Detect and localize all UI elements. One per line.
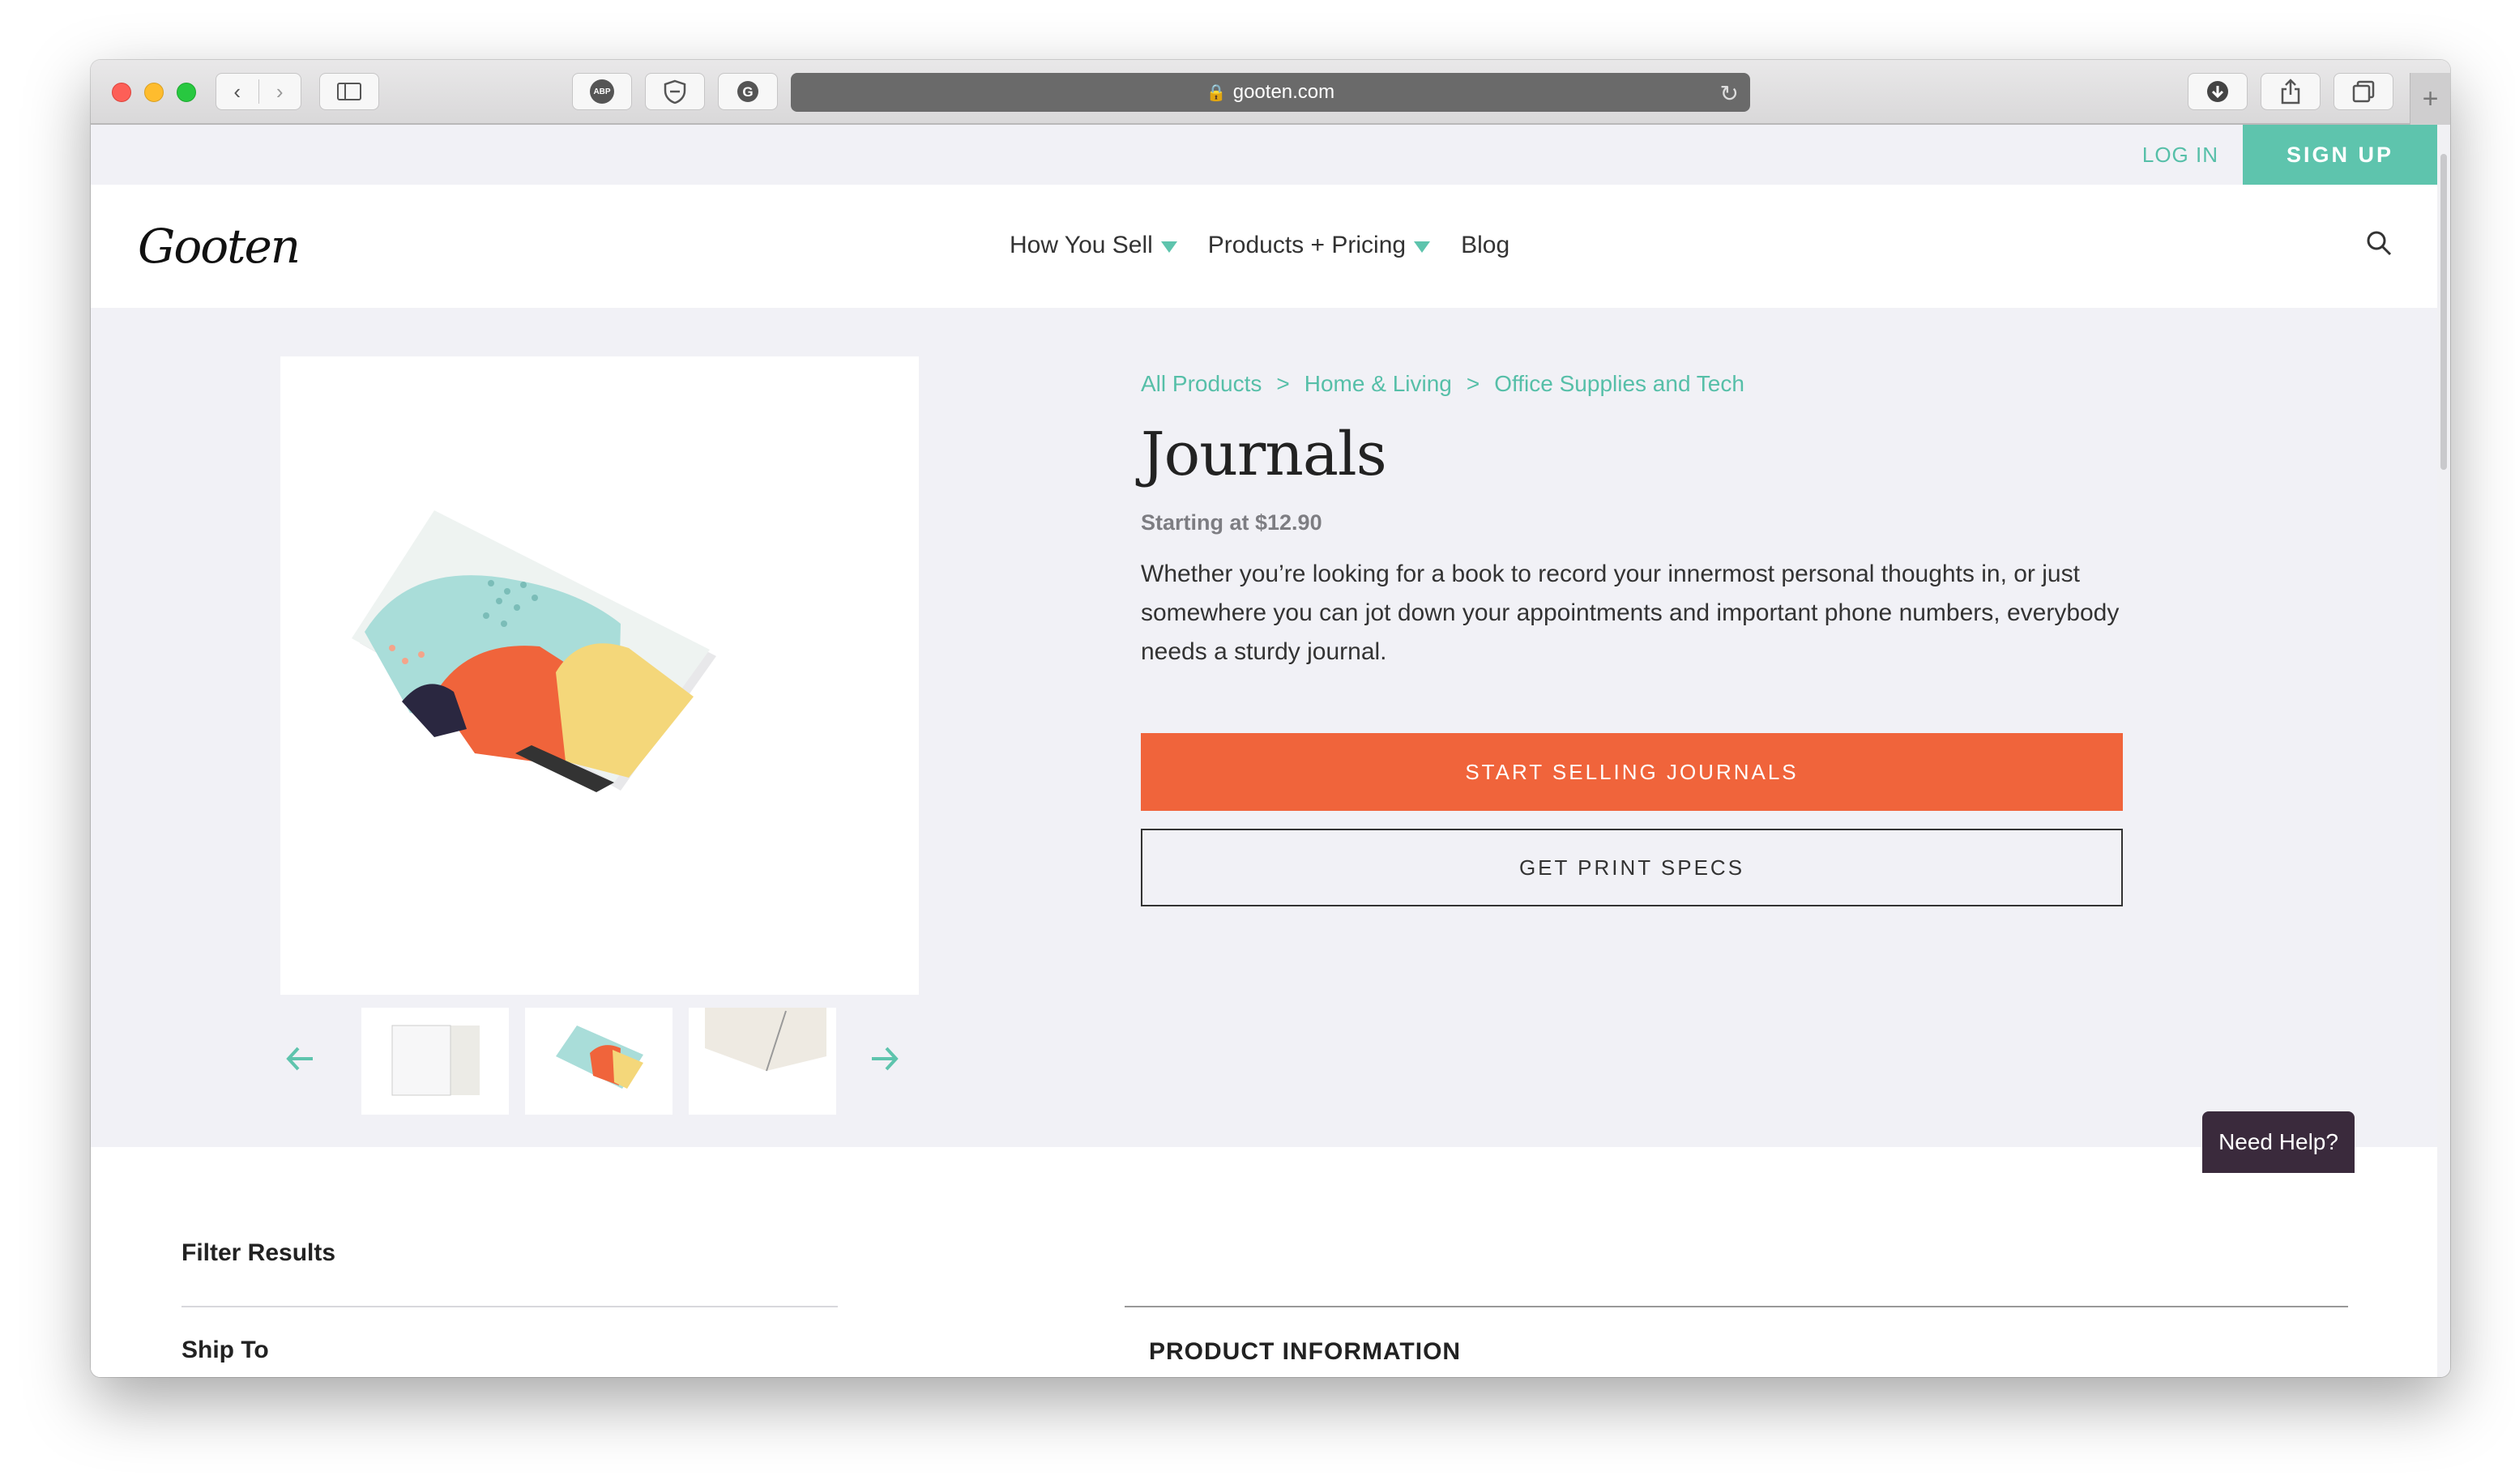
gooten-logo[interactable]: Gooten [138, 219, 301, 274]
nav-item-label: Blog [1461, 232, 1510, 258]
product-information-heading[interactable]: PRODUCT INFORMATION [1149, 1338, 1461, 1366]
journal-closed-thumbnail [391, 1025, 480, 1096]
arrow-left-icon[interactable] [280, 1038, 321, 1079]
forward-arrow-icon[interactable]: › [258, 79, 301, 104]
product-info: All Products > Home & Living > Office Su… [1141, 371, 2123, 906]
reload-icon[interactable]: ↻ [1720, 80, 1739, 107]
search-icon[interactable] [2366, 230, 2392, 256]
nav-menu: How You Sell Products + Pricing Blog [1010, 232, 1509, 259]
nav-item-how-you-sell[interactable]: How You Sell [1010, 232, 1177, 259]
image-thumbnails [280, 1008, 919, 1115]
breadcrumb-separator: > [1466, 371, 1480, 396]
caret-down-icon [1160, 241, 1177, 253]
sidebar-icon [337, 83, 361, 100]
plus-icon: + [2422, 83, 2439, 114]
tabs-icon [2352, 80, 2375, 103]
close-window-button[interactable] [112, 83, 131, 102]
lock-icon: 🔒 [1206, 83, 1227, 102]
browser-toolbar: ‹ › ABP G 🔒 gooten.com ↻ + [91, 60, 2450, 125]
thumbnail-1[interactable] [361, 1008, 509, 1115]
zoom-window-button[interactable] [177, 83, 196, 102]
journal-open-thumbnail [705, 1008, 826, 1072]
thumbnail-3[interactable] [689, 1008, 836, 1115]
scrollbar-thumb[interactable] [2440, 154, 2447, 470]
privacy-extension-button[interactable] [645, 73, 705, 110]
arrow-right-icon[interactable] [864, 1038, 904, 1079]
back-forward-buttons: ‹ › [216, 73, 301, 110]
filter-results-heading: Filter Results [181, 1239, 336, 1266]
journal-angle-thumbnail [556, 1026, 643, 1089]
breadcrumb-all-products[interactable]: All Products [1141, 371, 1262, 397]
caret-down-icon [1414, 241, 1431, 253]
sidebar-toggle-button[interactable] [319, 73, 379, 110]
login-link[interactable]: LOG IN [2142, 125, 2218, 185]
svg-text:G: G [742, 84, 753, 100]
breadcrumb-home-living[interactable]: Home & Living [1304, 371, 1452, 397]
need-help-button[interactable]: Need Help? [2202, 1111, 2355, 1173]
download-icon [2207, 81, 2228, 102]
shield-icon [664, 79, 686, 104]
browser-window: ‹ › ABP G 🔒 gooten.com ↻ + LOG IN SIGN U… [91, 60, 2450, 1377]
product-main-image [280, 356, 919, 995]
share-icon [2281, 79, 2300, 104]
url-text: gooten.com [1232, 81, 1335, 103]
nav-item-label: How You Sell [1010, 232, 1153, 258]
minimize-window-button[interactable] [144, 83, 164, 102]
breadcrumb-separator: > [1276, 371, 1290, 396]
nav-item-blog[interactable]: Blog [1461, 232, 1509, 259]
adblock-icon: ABP [590, 79, 614, 104]
downloads-button[interactable] [2188, 73, 2248, 110]
share-button[interactable] [2261, 73, 2321, 110]
page-scrollbar[interactable] [2437, 125, 2450, 1377]
journal-illustration [352, 510, 716, 792]
page-title: Journals [1141, 420, 1387, 489]
product-hero: All Products > Home & Living > Office Su… [91, 308, 2437, 1147]
nav-item-products-pricing[interactable]: Products + Pricing [1207, 232, 1431, 259]
grammarly-extension-button[interactable]: G [718, 73, 778, 110]
grammarly-icon: G [737, 81, 758, 102]
signup-button[interactable]: SIGN UP [2243, 125, 2437, 185]
product-details-section: Filter Results Ship To PRODUCT INFORMATI… [91, 1147, 2437, 1377]
breadcrumb-office-supplies[interactable]: Office Supplies and Tech [1494, 371, 1744, 397]
starting-price: Starting at $12.90 [1141, 510, 1322, 535]
thumbnail-2[interactable] [525, 1008, 673, 1115]
divider [181, 1306, 838, 1307]
product-description: Whether you’re looking for a book to rec… [1141, 561, 2120, 665]
tabs-overview-button[interactable] [2334, 73, 2393, 110]
web-page: LOG IN SIGN UP Gooten How You Sell Produ… [91, 125, 2437, 1377]
adblock-extension-button[interactable]: ABP [572, 73, 632, 110]
breadcrumb: All Products > Home & Living > Office Su… [1141, 371, 2123, 397]
ship-to-filter[interactable]: Ship To [181, 1337, 269, 1364]
start-selling-button[interactable]: START SELLING JOURNALS [1141, 733, 2123, 811]
nav-item-label: Products + Pricing [1207, 232, 1407, 258]
get-print-specs-button[interactable]: GET PRINT SPECS [1141, 829, 2123, 906]
new-tab-button[interactable]: + [2410, 73, 2450, 125]
address-bar[interactable]: 🔒 gooten.com ↻ [791, 73, 1750, 112]
divider [1125, 1306, 2348, 1307]
account-bar: LOG IN SIGN UP [91, 125, 2437, 185]
back-arrow-icon[interactable]: ‹ [216, 79, 258, 104]
main-navigation: Gooten How You Sell Products + Pricing B… [91, 185, 2437, 308]
